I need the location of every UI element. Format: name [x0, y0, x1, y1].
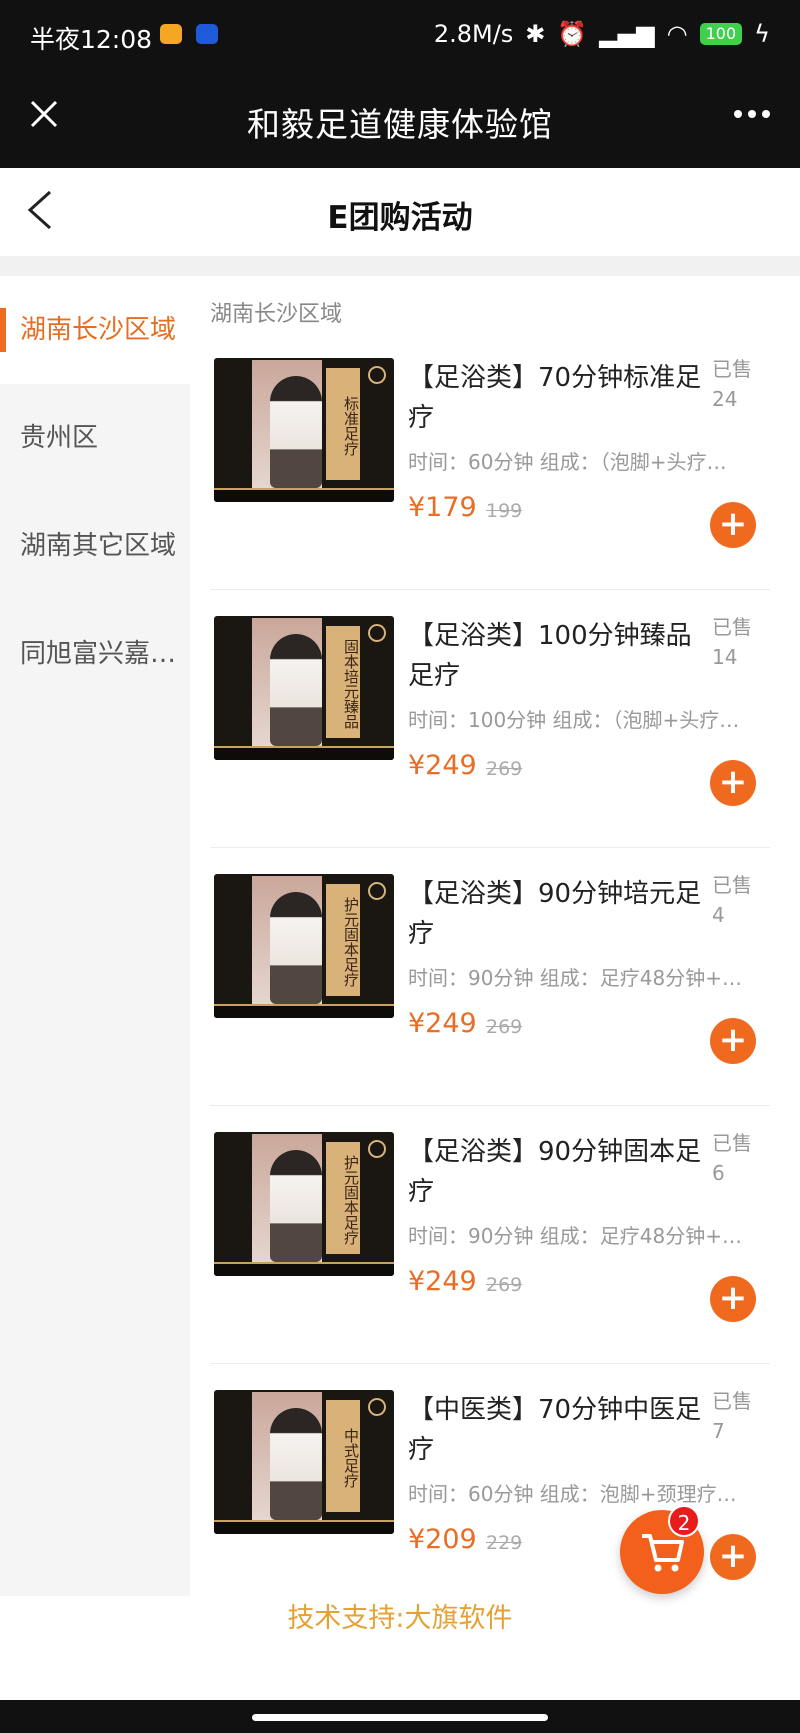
product-list: 湖南长沙区域 标准足疗 【足浴类】70分钟标准足疗 已售 24 时间：60分钟 组… [190, 276, 800, 1596]
product-price: ¥249 [408, 1266, 477, 1297]
network-speed: 2.8M/s [433, 20, 514, 48]
product-thumbnail[interactable]: 标准足疗 [214, 358, 394, 502]
product-name[interactable]: 【足浴类】100分钟臻品足疗 [408, 616, 708, 696]
charging-icon: ϟ [754, 20, 770, 48]
product-description: 时间：100分钟 组成：（泡脚+头疗… [408, 708, 740, 732]
battery-icon: 100 [699, 23, 743, 45]
system-nav-bar [0, 1700, 800, 1733]
sold-count: 已售 6 [712, 1131, 752, 1185]
sold-count: 已售 7 [712, 1389, 752, 1443]
product-description: 时间：90分钟 组成：足疗48分钟+… [408, 966, 743, 990]
original-price: 229 [486, 1532, 523, 1554]
sold-count: 已售 4 [712, 873, 752, 927]
product-name[interactable]: 【足浴类】90分钟培元足疗 [408, 874, 708, 954]
category-sidebar: 湖南长沙区域 贵州区 湖南其它区域 同旭富兴嘉… [0, 276, 190, 1596]
sidebar-item-guizhou[interactable]: 贵州区 [0, 384, 190, 492]
sidebar-item-hunan-other[interactable]: 湖南其它区域 [0, 492, 190, 600]
product-thumbnail[interactable]: 护元固本足疗 [214, 1132, 394, 1276]
sold-count: 已售 14 [712, 615, 752, 669]
product-description: 时间：60分钟 组成：泡脚+颈理疗… [408, 1482, 737, 1506]
brand-logo-icon [368, 1140, 386, 1158]
browser-notification-icon [196, 24, 218, 44]
product-name[interactable]: 【足浴类】70分钟标准足疗 [408, 358, 708, 438]
product-name[interactable]: 【中医类】70分钟中医足疗 [408, 1390, 708, 1470]
brand-logo-icon [368, 624, 386, 642]
original-price: 269 [486, 1016, 523, 1038]
product-card[interactable]: 标准足疗 【足浴类】70分钟标准足疗 已售 24 时间：60分钟 组成：（泡脚+头… [210, 332, 770, 590]
add-to-cart-button[interactable]: + [710, 1276, 756, 1322]
thumbnail-text: 护元固本足疗 [326, 884, 360, 996]
sold-count: 已售 24 [712, 357, 752, 411]
status-time: 半夜12:08 [30, 25, 153, 54]
original-price: 269 [486, 1274, 523, 1296]
cart-count-badge: 2 [668, 1505, 700, 1537]
product-price: ¥209 [408, 1524, 477, 1555]
product-card[interactable]: 护元固本足疗 【足浴类】90分钟固本足疗 已售 6 时间：90分钟 组成：足疗48… [210, 1106, 770, 1364]
product-card[interactable]: 固本培元臻品 【足浴类】100分钟臻品足疗 已售 14 时间：100分钟 组成：（… [210, 590, 770, 848]
notification-icons [160, 24, 218, 44]
home-indicator[interactable] [252, 1714, 548, 1721]
divider [0, 256, 800, 276]
more-icon[interactable] [730, 94, 774, 134]
product-name[interactable]: 【足浴类】90分钟固本足疗 [408, 1132, 708, 1212]
original-price: 199 [486, 500, 523, 522]
footer-support-text: 技术支持:大旗软件 [287, 1603, 513, 1634]
add-to-cart-button[interactable]: + [710, 502, 756, 548]
thumbnail-text: 标准足疗 [326, 368, 360, 480]
webview-header: 和毅足道健康体验馆 [0, 72, 800, 168]
brand-logo-icon [368, 366, 386, 384]
sidebar-item-hunan-changsha[interactable]: 湖南长沙区域 [0, 276, 190, 384]
alarm-icon: ⏰ [557, 20, 588, 48]
status-bar: 半夜12:08 2.8M/s ✱ ⏰ ▂▄▆ ◠ 100 ϟ [0, 0, 800, 72]
product-card[interactable]: 护元固本足疗 【足浴类】90分钟培元足疗 已售 4 时间：90分钟 组成：足疗48… [210, 848, 770, 1106]
webview-title: 和毅足道健康体验馆 [247, 105, 553, 144]
add-to-cart-button[interactable]: + [710, 1018, 756, 1064]
page-header: E团购活动 [0, 168, 800, 256]
product-price: ¥249 [408, 750, 477, 781]
product-price: ¥179 [408, 492, 477, 523]
thumbnail-text: 固本培元臻品 [326, 626, 360, 738]
product-description: 时间：90分钟 组成：足疗48分钟+… [408, 1224, 743, 1248]
signal-icon: ▂▄▆ [599, 20, 655, 48]
message-notification-icon [160, 24, 182, 44]
thumbnail-text: 中式足疗 [326, 1400, 360, 1512]
original-price: 269 [486, 758, 523, 780]
product-price: ¥249 [408, 1008, 477, 1039]
brand-logo-icon [368, 1398, 386, 1416]
add-to-cart-button[interactable]: + [710, 760, 756, 806]
thumbnail-text: 护元固本足疗 [326, 1142, 360, 1254]
section-title: 湖南长沙区域 [210, 302, 343, 327]
wifi-icon: ◠ [666, 20, 688, 48]
brand-logo-icon [368, 882, 386, 900]
sidebar-item-tongxu[interactable]: 同旭富兴嘉… [0, 600, 190, 708]
bluetooth-icon: ✱ [525, 20, 546, 48]
product-thumbnail[interactable]: 中式足疗 [214, 1390, 394, 1534]
add-to-cart-button[interactable]: + [710, 1534, 756, 1580]
product-thumbnail[interactable]: 护元固本足疗 [214, 874, 394, 1018]
page-title: E团购活动 [327, 200, 473, 236]
product-description: 时间：60分钟 组成：（泡脚+头疗… [408, 450, 727, 474]
product-thumbnail[interactable]: 固本培元臻品 [214, 616, 394, 760]
